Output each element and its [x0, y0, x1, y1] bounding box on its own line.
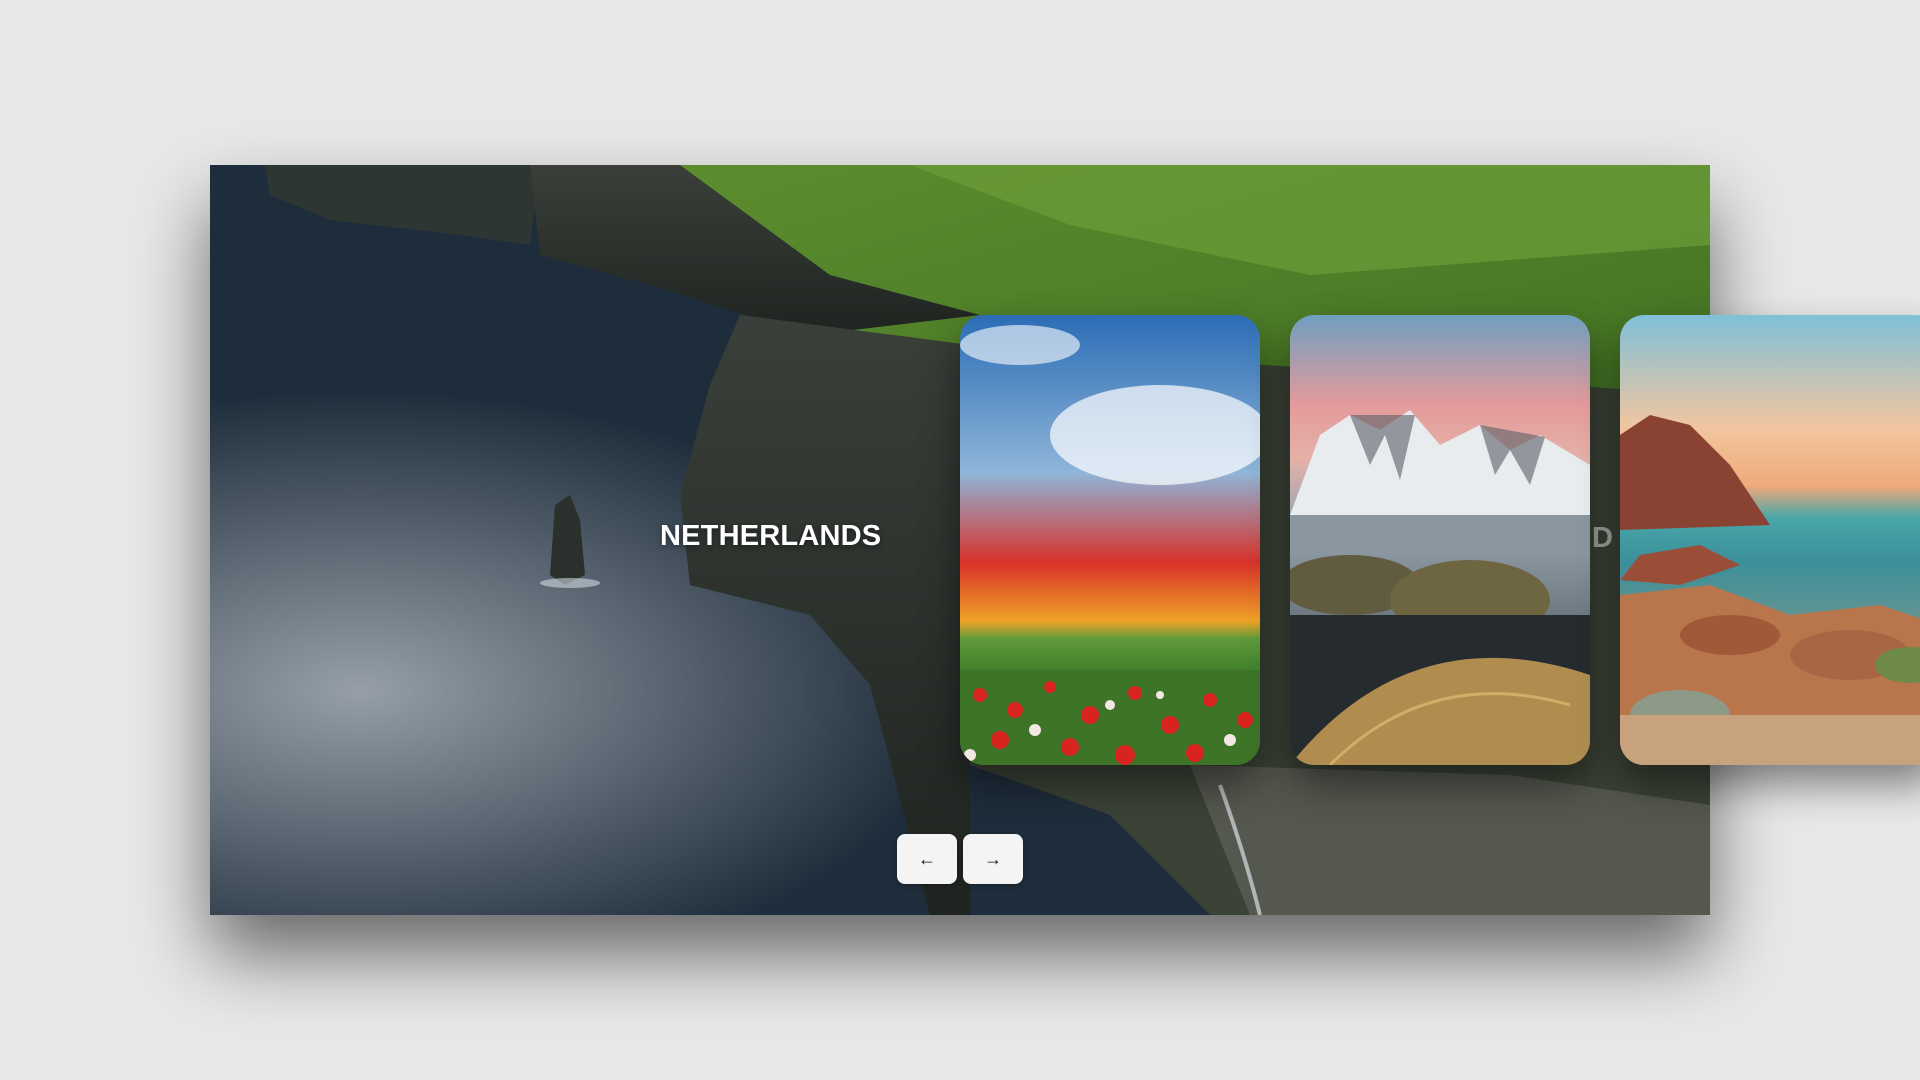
- slide-title: NETHERLANDS: [660, 520, 882, 552]
- prev-slide-button[interactable]: ←: [897, 834, 957, 884]
- poppy-field-image: [960, 315, 1260, 765]
- card-rocky-coast[interactable]: [1620, 315, 1920, 765]
- arrow-right-icon: →: [984, 848, 1002, 869]
- arrow-left-icon: ←: [918, 848, 936, 869]
- snow-mountain-image: [1290, 315, 1590, 765]
- next-slide-button[interactable]: →: [963, 834, 1023, 884]
- next-slide-title-partial: D: [1592, 522, 1613, 554]
- card-snow-mountains[interactable]: [1290, 315, 1590, 765]
- rocky-coast-image: [1620, 315, 1920, 765]
- card-poppy-field[interactable]: [960, 315, 1260, 765]
